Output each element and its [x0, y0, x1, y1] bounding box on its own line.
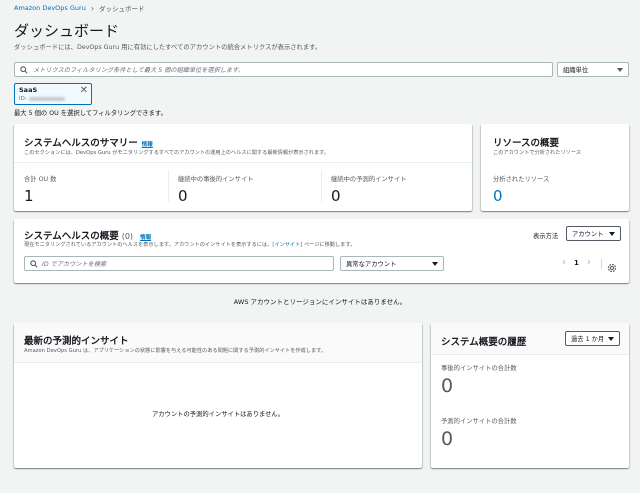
prev-page-button[interactable]: ‹ — [562, 257, 566, 268]
resources-panel: リソースの概要 このアカウントで分析されたリソース 分析されたリソース 0 — [481, 124, 629, 211]
health-summary-panel: システムヘルスのサマリー 情報 このセクションには、DevOps Guru がモ… — [14, 124, 472, 211]
caret-down-icon — [617, 67, 623, 72]
predictive-subtitle: Amazon DevOps Guru は、アプリケーションの状態に影響を与える可… — [24, 348, 327, 354]
subtitle-text: ページに移動します。 — [302, 242, 356, 248]
history-title: システム概要の履歴 — [441, 337, 527, 348]
health-summary-info-link[interactable]: 情報 — [142, 140, 153, 148]
ou-token-name: SaaS — [19, 86, 38, 94]
predictive-title: 最新の予測的インサイト — [24, 336, 129, 347]
ou-filter-input[interactable]: メトリクスのフィルタリング条件として最大 5 個の組織単位を選択します。 — [14, 62, 553, 77]
view-mode-value: アカウント — [572, 231, 604, 238]
caret-down-icon — [609, 231, 615, 236]
proactive-total-label: 予測的インサイトの合計数 — [441, 418, 517, 425]
resources-title: リソースの概要 — [493, 138, 560, 149]
metric-label: 継続中の事後的インサイト — [178, 176, 254, 183]
settings-gear-icon[interactable] — [607, 258, 617, 277]
metric-reactive: 継続中の事後的インサイト 0 — [178, 174, 254, 205]
caret-down-icon — [608, 336, 614, 341]
page-title: ダッシュボード — [14, 22, 120, 40]
status-filter-select[interactable]: 異常なアカウント — [340, 256, 444, 271]
health-overview-info-link[interactable]: 情報 — [140, 233, 151, 241]
filter-hint: 最大 5 個の OU を選択してフィルタリングできます。 — [14, 110, 167, 117]
pagination: ‹ 1 › — [562, 257, 591, 268]
divider — [168, 170, 169, 202]
predictive-insights-panel: 最新の予測的インサイト Amazon DevOps Guru は、アプリケーショ… — [14, 323, 422, 468]
unit-select-value: 組織単位 — [563, 67, 589, 74]
health-summary-subtitle: このセクションには、DevOps Guru がモニタリングするすべてのアカウント… — [24, 150, 330, 156]
breadcrumb: Amazon DevOps Guru › ダッシュボード — [14, 3, 145, 14]
account-search-input[interactable]: ID でアカウントを検索 — [24, 256, 334, 271]
status-filter-value: 異常なアカウント — [346, 261, 397, 268]
ou-token-id-label: ID: — [19, 96, 27, 102]
unit-select[interactable]: 組織単位 — [557, 62, 629, 77]
account-search-placeholder: ID でアカウントを検索 — [42, 261, 107, 268]
divider — [321, 170, 322, 202]
metric-value: 0 — [331, 187, 341, 205]
health-overview-subtitle: 現在モニタリングされているアカウントのヘルスを表示します。アカウントのインサイト… — [24, 241, 355, 248]
resources-value-link[interactable]: 0 — [493, 187, 549, 205]
view-mode-select[interactable]: アカウント — [566, 226, 621, 241]
reactive-total-value: 0 — [441, 375, 454, 397]
breadcrumb-current: ダッシュボード — [99, 5, 145, 13]
time-range-value: 過去 1 か月 — [571, 336, 605, 343]
metric-value: 1 — [24, 187, 34, 205]
ou-token: SaaS ID: ✕ — [14, 83, 92, 105]
ou-token-id-redacted — [28, 97, 65, 101]
divider — [601, 259, 602, 269]
history-panel: システム概要の履歴 過去 1 か月 事後的インサイトの合計数 0 予測的インサイ… — [431, 323, 629, 468]
breadcrumb-service-link[interactable]: Amazon DevOps Guru — [14, 4, 86, 12]
health-overview-title: システムヘルスの概要 — [24, 231, 119, 242]
search-icon — [20, 65, 28, 74]
chevron-right-icon: › — [90, 3, 95, 13]
no-insights-message: AWS アカウントとリージョンにインサイトはありません。 — [233, 298, 407, 306]
health-summary-title: システムヘルスのサマリー — [24, 138, 138, 149]
view-label: 表示方法 — [533, 233, 559, 240]
divider — [14, 162, 472, 163]
page-description: ダッシュボードには、DevOps Guru 用に有効にしたすべてのアカウントの統… — [14, 44, 322, 51]
metric-proactive: 継続中の予測的インサイト 0 — [331, 174, 407, 205]
health-overview-panel: システムヘルスの概要 (0) 情報 現在モニタリングされているアカウントのヘルス… — [14, 219, 629, 283]
metric-label: 継続中の予測的インサイト — [331, 176, 407, 183]
search-icon — [30, 259, 38, 268]
metric-label: 合計 OU 数 — [24, 176, 57, 183]
predictive-empty-message: アカウントの予測的インサイトはありません。 — [151, 411, 285, 418]
next-page-button[interactable]: › — [587, 257, 591, 268]
subtitle-text: 現在モニタリングされているアカウントのヘルスを表示します。アカウントのインサイト… — [24, 242, 273, 248]
proactive-total-value: 0 — [441, 428, 454, 450]
page-number[interactable]: 1 — [574, 259, 579, 267]
resources-subtitle: このアカウントで分析されたリソース — [493, 150, 581, 156]
resources-label: 分析されたリソース — [493, 176, 550, 183]
metric-total-ou: 合計 OU 数 1 — [24, 174, 56, 205]
health-overview-count: (0) — [121, 232, 134, 241]
metric-value: 0 — [178, 187, 188, 205]
close-icon[interactable]: ✕ — [80, 85, 88, 96]
ou-filter-placeholder: メトリクスのフィルタリング条件として最大 5 個の組織単位を選択します。 — [33, 67, 244, 74]
caret-down-icon — [432, 261, 438, 266]
insights-page-link[interactable]: [インサイト] — [272, 242, 302, 248]
reactive-total-label: 事後的インサイトの合計数 — [441, 365, 517, 372]
time-range-select[interactable]: 過去 1 か月 — [565, 331, 620, 346]
